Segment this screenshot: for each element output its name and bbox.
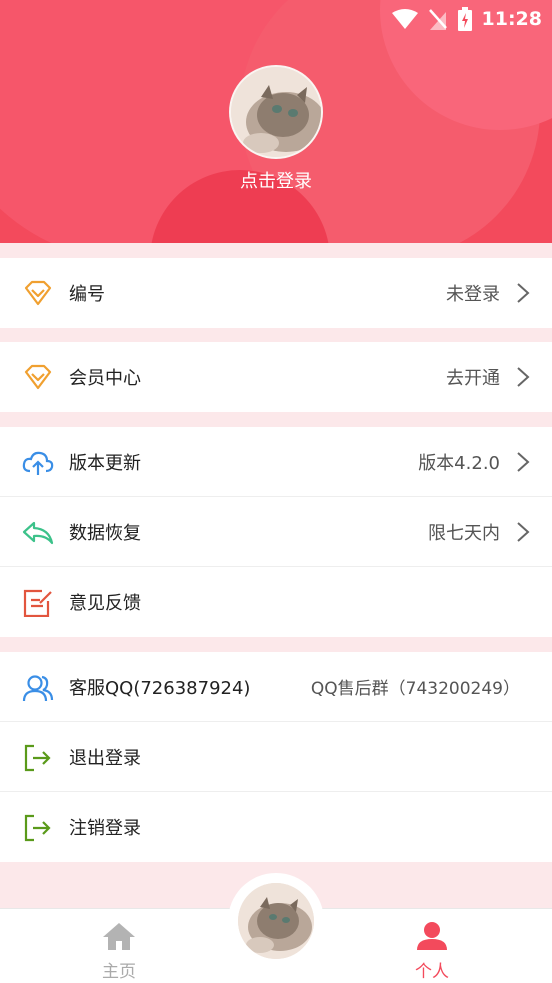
nav-me[interactable]: 个人: [392, 921, 472, 982]
section-id: 编号 未登录: [0, 258, 552, 328]
update-value: 版本4.2.0: [418, 452, 500, 474]
chevron-right-icon: [516, 282, 530, 304]
no-signal-icon: [428, 8, 448, 30]
vip-label: 会员中心: [69, 368, 141, 389]
reply-arrow-icon: [22, 519, 54, 547]
vip-value: 去开通: [446, 368, 500, 389]
section-vip: 会员中心 去开通: [0, 342, 552, 412]
chevron-right-icon: [516, 521, 530, 543]
vip-row[interactable]: 会员中心 去开通: [0, 342, 552, 412]
cat-avatar-image: [231, 67, 321, 157]
logout-row[interactable]: 退出登录: [0, 722, 552, 792]
id-row[interactable]: 编号 未登录: [0, 258, 552, 328]
logout-label: 退出登录: [69, 747, 141, 769]
cancel-account-row[interactable]: 注销登录: [0, 792, 552, 862]
section-app: 版本更新 版本4.2.0 数据恢复 限七天内 意见反馈: [0, 427, 552, 637]
chevron-right-icon: [516, 451, 530, 473]
avatar[interactable]: [229, 65, 323, 159]
exit-icon: [22, 814, 54, 842]
cat-avatar-image: [238, 883, 314, 959]
service-label: 客服QQ(726387924): [69, 677, 251, 699]
status-bar: 11:28: [391, 0, 542, 38]
nav-home[interactable]: 主页: [79, 921, 159, 982]
restore-value: 限七天内: [428, 522, 500, 544]
wifi-icon: [391, 9, 418, 29]
id-label: 编号: [69, 284, 105, 305]
nav-home-label: 主页: [102, 962, 136, 982]
users-icon: [22, 674, 54, 702]
cloud-upload-icon: [22, 449, 54, 477]
nav-center-button[interactable]: [238, 883, 314, 959]
restore-label: 数据恢复: [69, 522, 141, 544]
exit-icon: [22, 744, 54, 772]
home-icon: [103, 923, 135, 950]
login-prompt[interactable]: 点击登录: [0, 167, 552, 193]
diamond-icon: [22, 364, 54, 392]
id-value: 未登录: [446, 284, 500, 305]
status-time: 11:28: [481, 8, 542, 30]
chevron-right-icon: [516, 366, 530, 388]
service-row[interactable]: 客服QQ(726387924) QQ售后群（743200249）: [0, 652, 552, 722]
update-row[interactable]: 版本更新 版本4.2.0: [0, 427, 552, 497]
service-group-value: QQ售后群（743200249）: [310, 679, 520, 699]
update-label: 版本更新: [69, 452, 141, 474]
screen: 11:28 点击登录 编号 未登录 会员中心 去开通 版本更新 版本4.2.0 …: [0, 0, 552, 983]
diamond-icon: [22, 280, 54, 308]
person-icon: [417, 922, 447, 950]
feedback-label: 意见反馈: [69, 593, 141, 614]
section-account: 客服QQ(726387924) QQ售后群（743200249） 退出登录 注销…: [0, 652, 552, 862]
restore-row[interactable]: 数据恢复 限七天内: [0, 497, 552, 567]
edit-note-icon: [22, 589, 54, 617]
feedback-row[interactable]: 意见反馈: [0, 567, 552, 637]
battery-charging-icon: [457, 7, 472, 31]
profile-header: 11:28 点击登录: [0, 0, 552, 243]
cancel-account-label: 注销登录: [69, 818, 141, 839]
nav-me-label: 个人: [415, 962, 449, 982]
